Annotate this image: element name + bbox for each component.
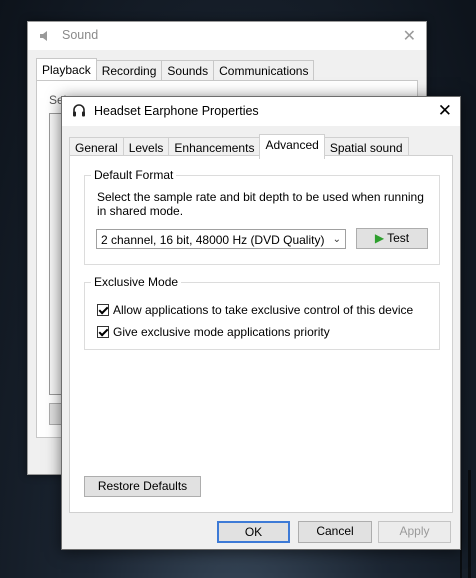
exclusive-priority-option[interactable]: Give exclusive mode applications priorit… bbox=[97, 325, 330, 339]
properties-dialog: Headset Earphone Properties ✕ General Le… bbox=[61, 96, 461, 550]
allow-exclusive-control-checkbox[interactable] bbox=[97, 304, 109, 316]
exclusive-mode-legend: Exclusive Mode bbox=[91, 275, 182, 289]
default-format-legend: Default Format bbox=[91, 168, 177, 182]
test-button[interactable]: ▶ Test bbox=[356, 228, 428, 249]
format-select[interactable]: 2 channel, 16 bit, 48000 Hz (DVD Quality… bbox=[96, 229, 346, 249]
format-select-value: 2 channel, 16 bit, 48000 Hz (DVD Quality… bbox=[101, 233, 325, 247]
advanced-tab-panel: Default Format Select the sample rate an… bbox=[69, 155, 453, 513]
restore-defaults-button[interactable]: Restore Defaults bbox=[84, 476, 201, 497]
dialog-tabs: General Levels Enhancements Advanced Spa… bbox=[69, 134, 409, 159]
sound-tabs: Playback Recording Sounds Communications bbox=[36, 58, 315, 85]
sound-titlebar[interactable]: Sound ✕ bbox=[28, 22, 426, 50]
ok-button[interactable]: OK bbox=[217, 521, 290, 543]
exclusive-priority-label: Give exclusive mode applications priorit… bbox=[113, 325, 330, 339]
allow-exclusive-control-option[interactable]: Allow applications to take exclusive con… bbox=[97, 303, 413, 317]
test-button-label: Test bbox=[387, 231, 410, 245]
sound-window-title: Sound bbox=[62, 28, 99, 42]
speaker-icon bbox=[40, 31, 47, 41]
cancel-button[interactable]: Cancel bbox=[298, 521, 372, 543]
allow-exclusive-control-label: Allow applications to take exclusive con… bbox=[113, 303, 414, 317]
dialog-title: Headset Earphone Properties bbox=[94, 104, 259, 118]
close-icon[interactable]: ✕ bbox=[438, 101, 452, 121]
exclusive-mode-group: Exclusive Mode Allow applications to tak… bbox=[84, 275, 440, 350]
play-icon: ▶ bbox=[374, 231, 385, 245]
default-format-description: Select the sample rate and bit depth to … bbox=[97, 190, 424, 218]
default-format-group: Default Format Select the sample rate an… bbox=[84, 168, 440, 265]
tab-advanced[interactable]: Advanced bbox=[259, 134, 325, 159]
dialog-titlebar[interactable]: Headset Earphone Properties ✕ bbox=[62, 97, 460, 126]
headset-icon bbox=[73, 104, 85, 117]
close-icon[interactable]: ✕ bbox=[403, 26, 416, 46]
exclusive-priority-checkbox[interactable] bbox=[97, 326, 109, 338]
apply-button[interactable]: Apply bbox=[378, 521, 451, 543]
chevron-down-icon: ⌄ bbox=[332, 234, 341, 245]
